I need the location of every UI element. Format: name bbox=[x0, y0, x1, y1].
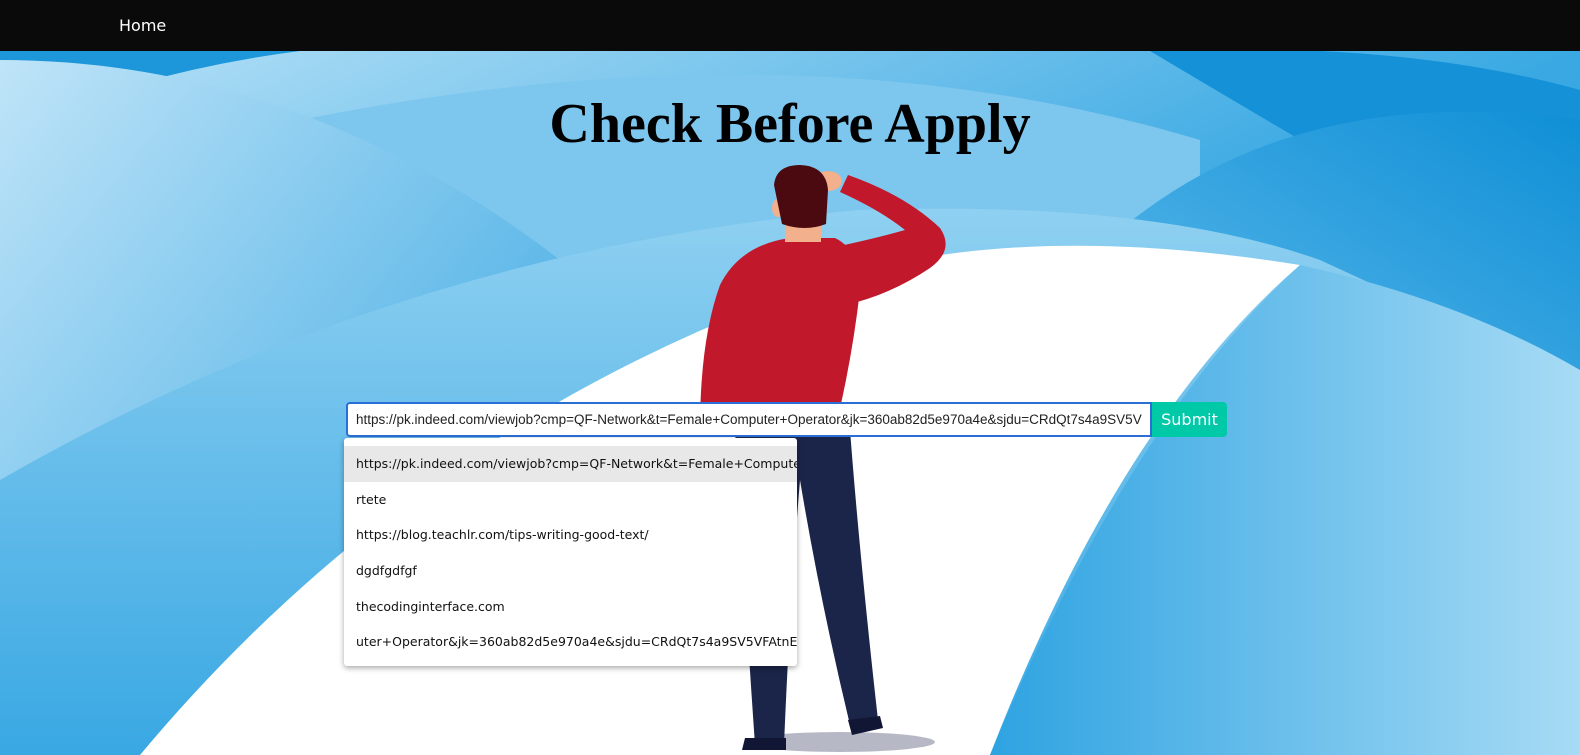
person-hair bbox=[774, 165, 828, 228]
autocomplete-item[interactable]: https://pk.indeed.com/viewjob?cmp=QF-Net… bbox=[344, 446, 797, 482]
autocomplete-item[interactable]: dgdfgdfgf bbox=[344, 553, 797, 589]
nav-home-link[interactable]: Home bbox=[119, 16, 166, 35]
autocomplete-item[interactable]: thecodinginterface.com bbox=[344, 589, 797, 625]
search-form: Submit bbox=[346, 402, 1227, 437]
page-title: Check Before Apply bbox=[549, 93, 1031, 155]
autocomplete-item[interactable]: rtete bbox=[344, 482, 797, 518]
page: Home Check Before Apply https://pk.indee… bbox=[0, 0, 1580, 755]
url-input[interactable] bbox=[346, 402, 1152, 437]
autocomplete-dropdown: https://pk.indeed.com/viewjob?cmp=QF-Net… bbox=[344, 438, 797, 667]
person-shoe-left bbox=[742, 738, 786, 750]
autocomplete-item[interactable]: uter+Operator&jk=360ab82d5e970a4e&sjdu=C… bbox=[344, 624, 797, 660]
navbar: Home bbox=[0, 0, 1580, 51]
submit-button[interactable]: Submit bbox=[1152, 402, 1227, 437]
autocomplete-item[interactable]: https://blog.teachlr.com/tips-writing-go… bbox=[344, 517, 797, 553]
